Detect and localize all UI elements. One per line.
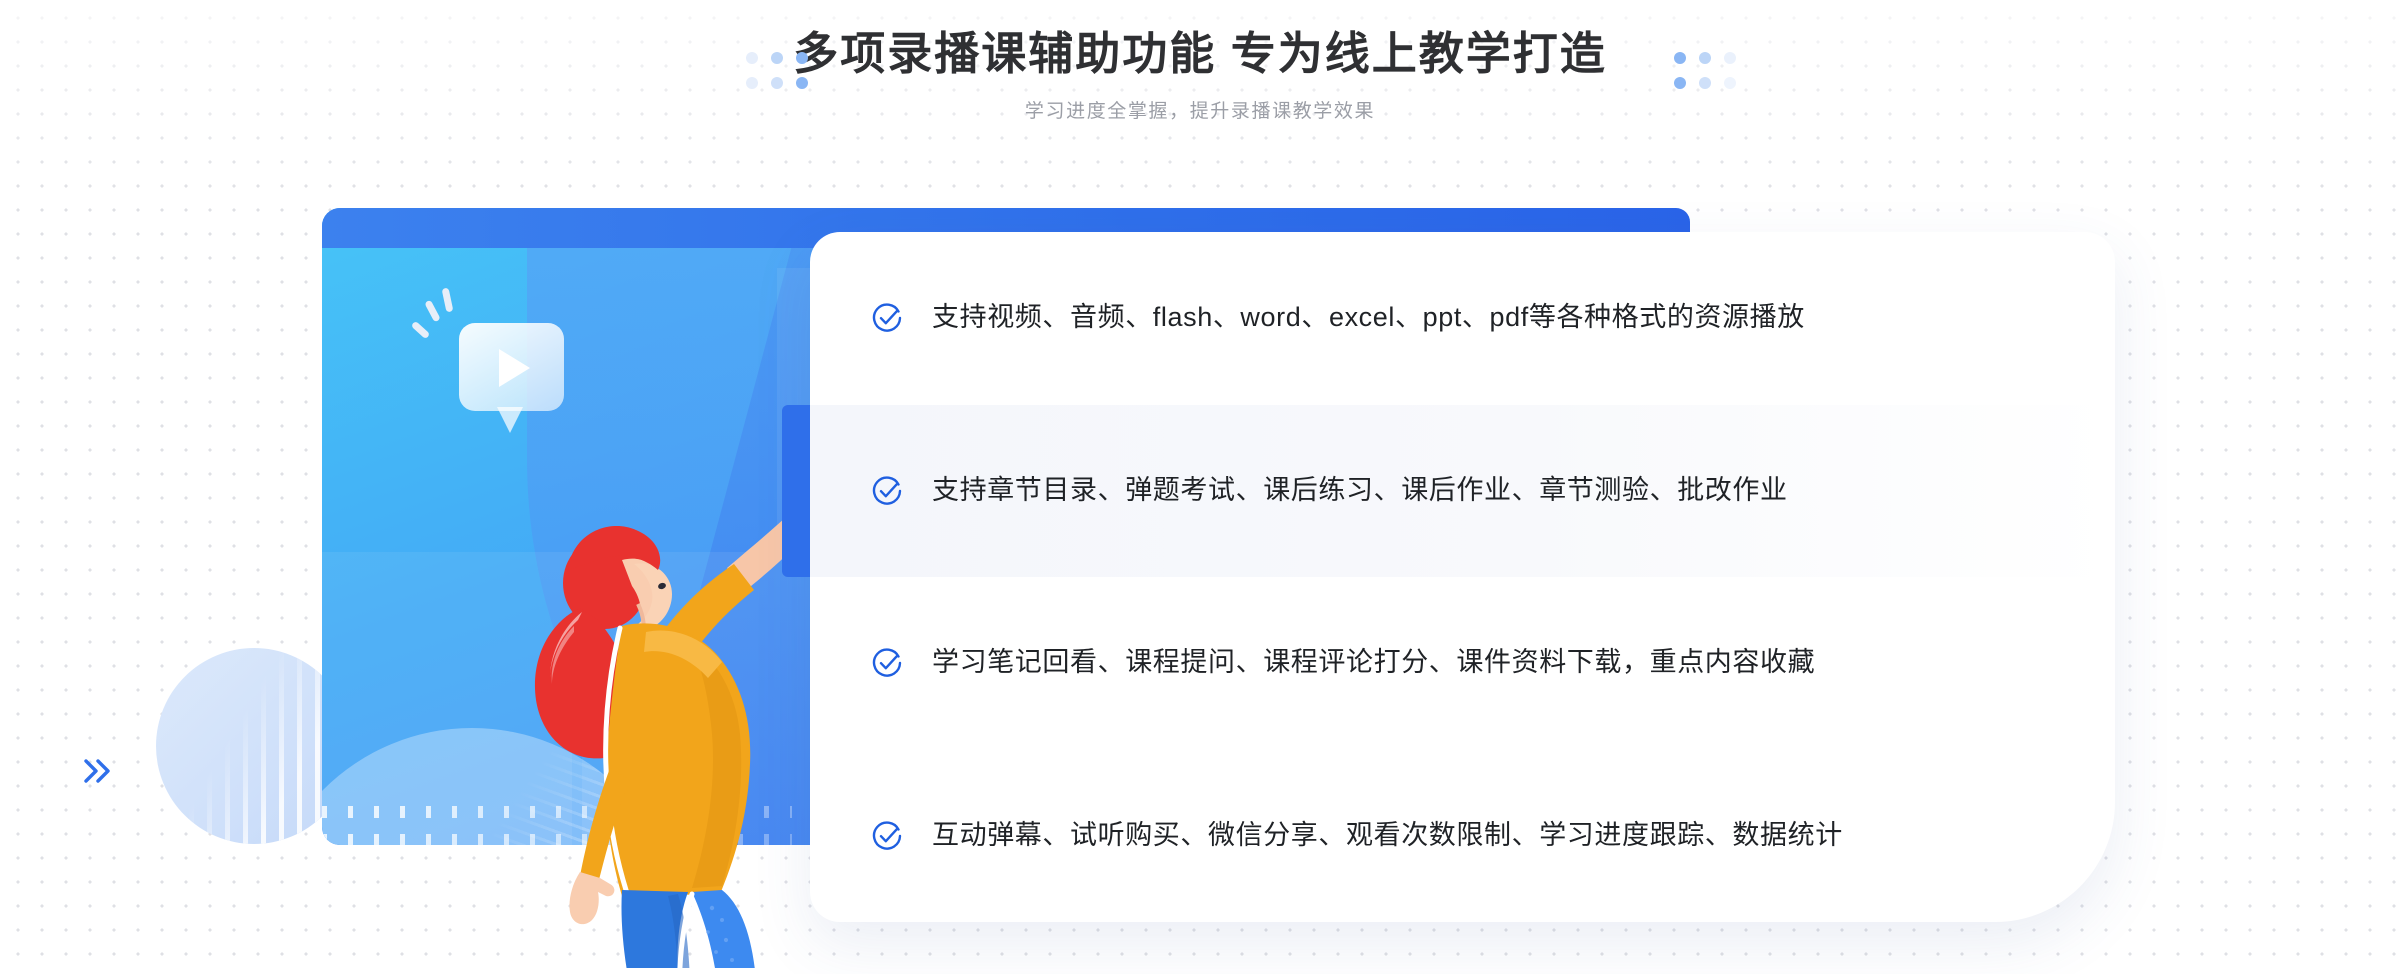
play-triangle-icon — [499, 349, 530, 387]
feature-row[interactable]: 学习笔记回看、课程提问、课程评论打分、课件资料下载，重点内容收藏 — [810, 577, 2115, 750]
panel-dash-texture — [322, 798, 792, 845]
play-button-speech-bubble — [459, 323, 564, 433]
check-circle-icon — [870, 474, 904, 508]
feature-row[interactable]: 互动弹幕、试听购买、微信分享、观看次数限制、学习进度跟踪、数据统计 — [810, 750, 2115, 923]
feature-card: 支持视频、音频、flash、word、excel、ppt、pdf等各种格式的资源… — [782, 232, 2115, 923]
check-circle-icon — [870, 819, 904, 853]
feature-list: 支持视频、音频、flash、word、excel、ppt、pdf等各种格式的资源… — [782, 232, 2115, 923]
decorative-dot-cluster-left — [746, 52, 808, 89]
page-subtitle: 学习进度全掌握，提升录播课教学效果 — [1024, 101, 1376, 123]
feature-text: 支持视频、音频、flash、word、excel、ppt、pdf等各种格式的资源… — [932, 302, 1805, 333]
page-title: 多项录播课辅助功能 专为线上教学打造 — [793, 28, 1607, 79]
feature-row[interactable]: 支持视频、音频、flash、word、excel、ppt、pdf等各种格式的资源… — [810, 232, 2115, 405]
check-circle-icon — [870, 301, 904, 335]
page-header: 多项录播课辅助功能 专为线上教学打造 学习进度全掌握，提升录播课教学效果 — [0, 0, 2400, 170]
check-circle-icon — [870, 646, 904, 680]
feature-row[interactable]: 支持章节目录、弹题考试、课后练习、课后作业、章节测验、批改作业 — [782, 404, 2115, 577]
feature-text: 学习笔记回看、课程提问、课程评论打分、课件资料下载，重点内容收藏 — [932, 647, 1816, 678]
chevron-right-double-icon — [82, 758, 116, 789]
chevron-left-double-icon — [667, 623, 701, 654]
feature-text: 互动弹幕、试听购买、微信分享、观看次数限制、学习进度跟踪、数据统计 — [932, 819, 1843, 850]
feature-text: 支持章节目录、弹题考试、课后练习、课后作业、章节测验、批改作业 — [932, 474, 1788, 505]
decorative-dot-cluster-right — [1674, 52, 1736, 89]
